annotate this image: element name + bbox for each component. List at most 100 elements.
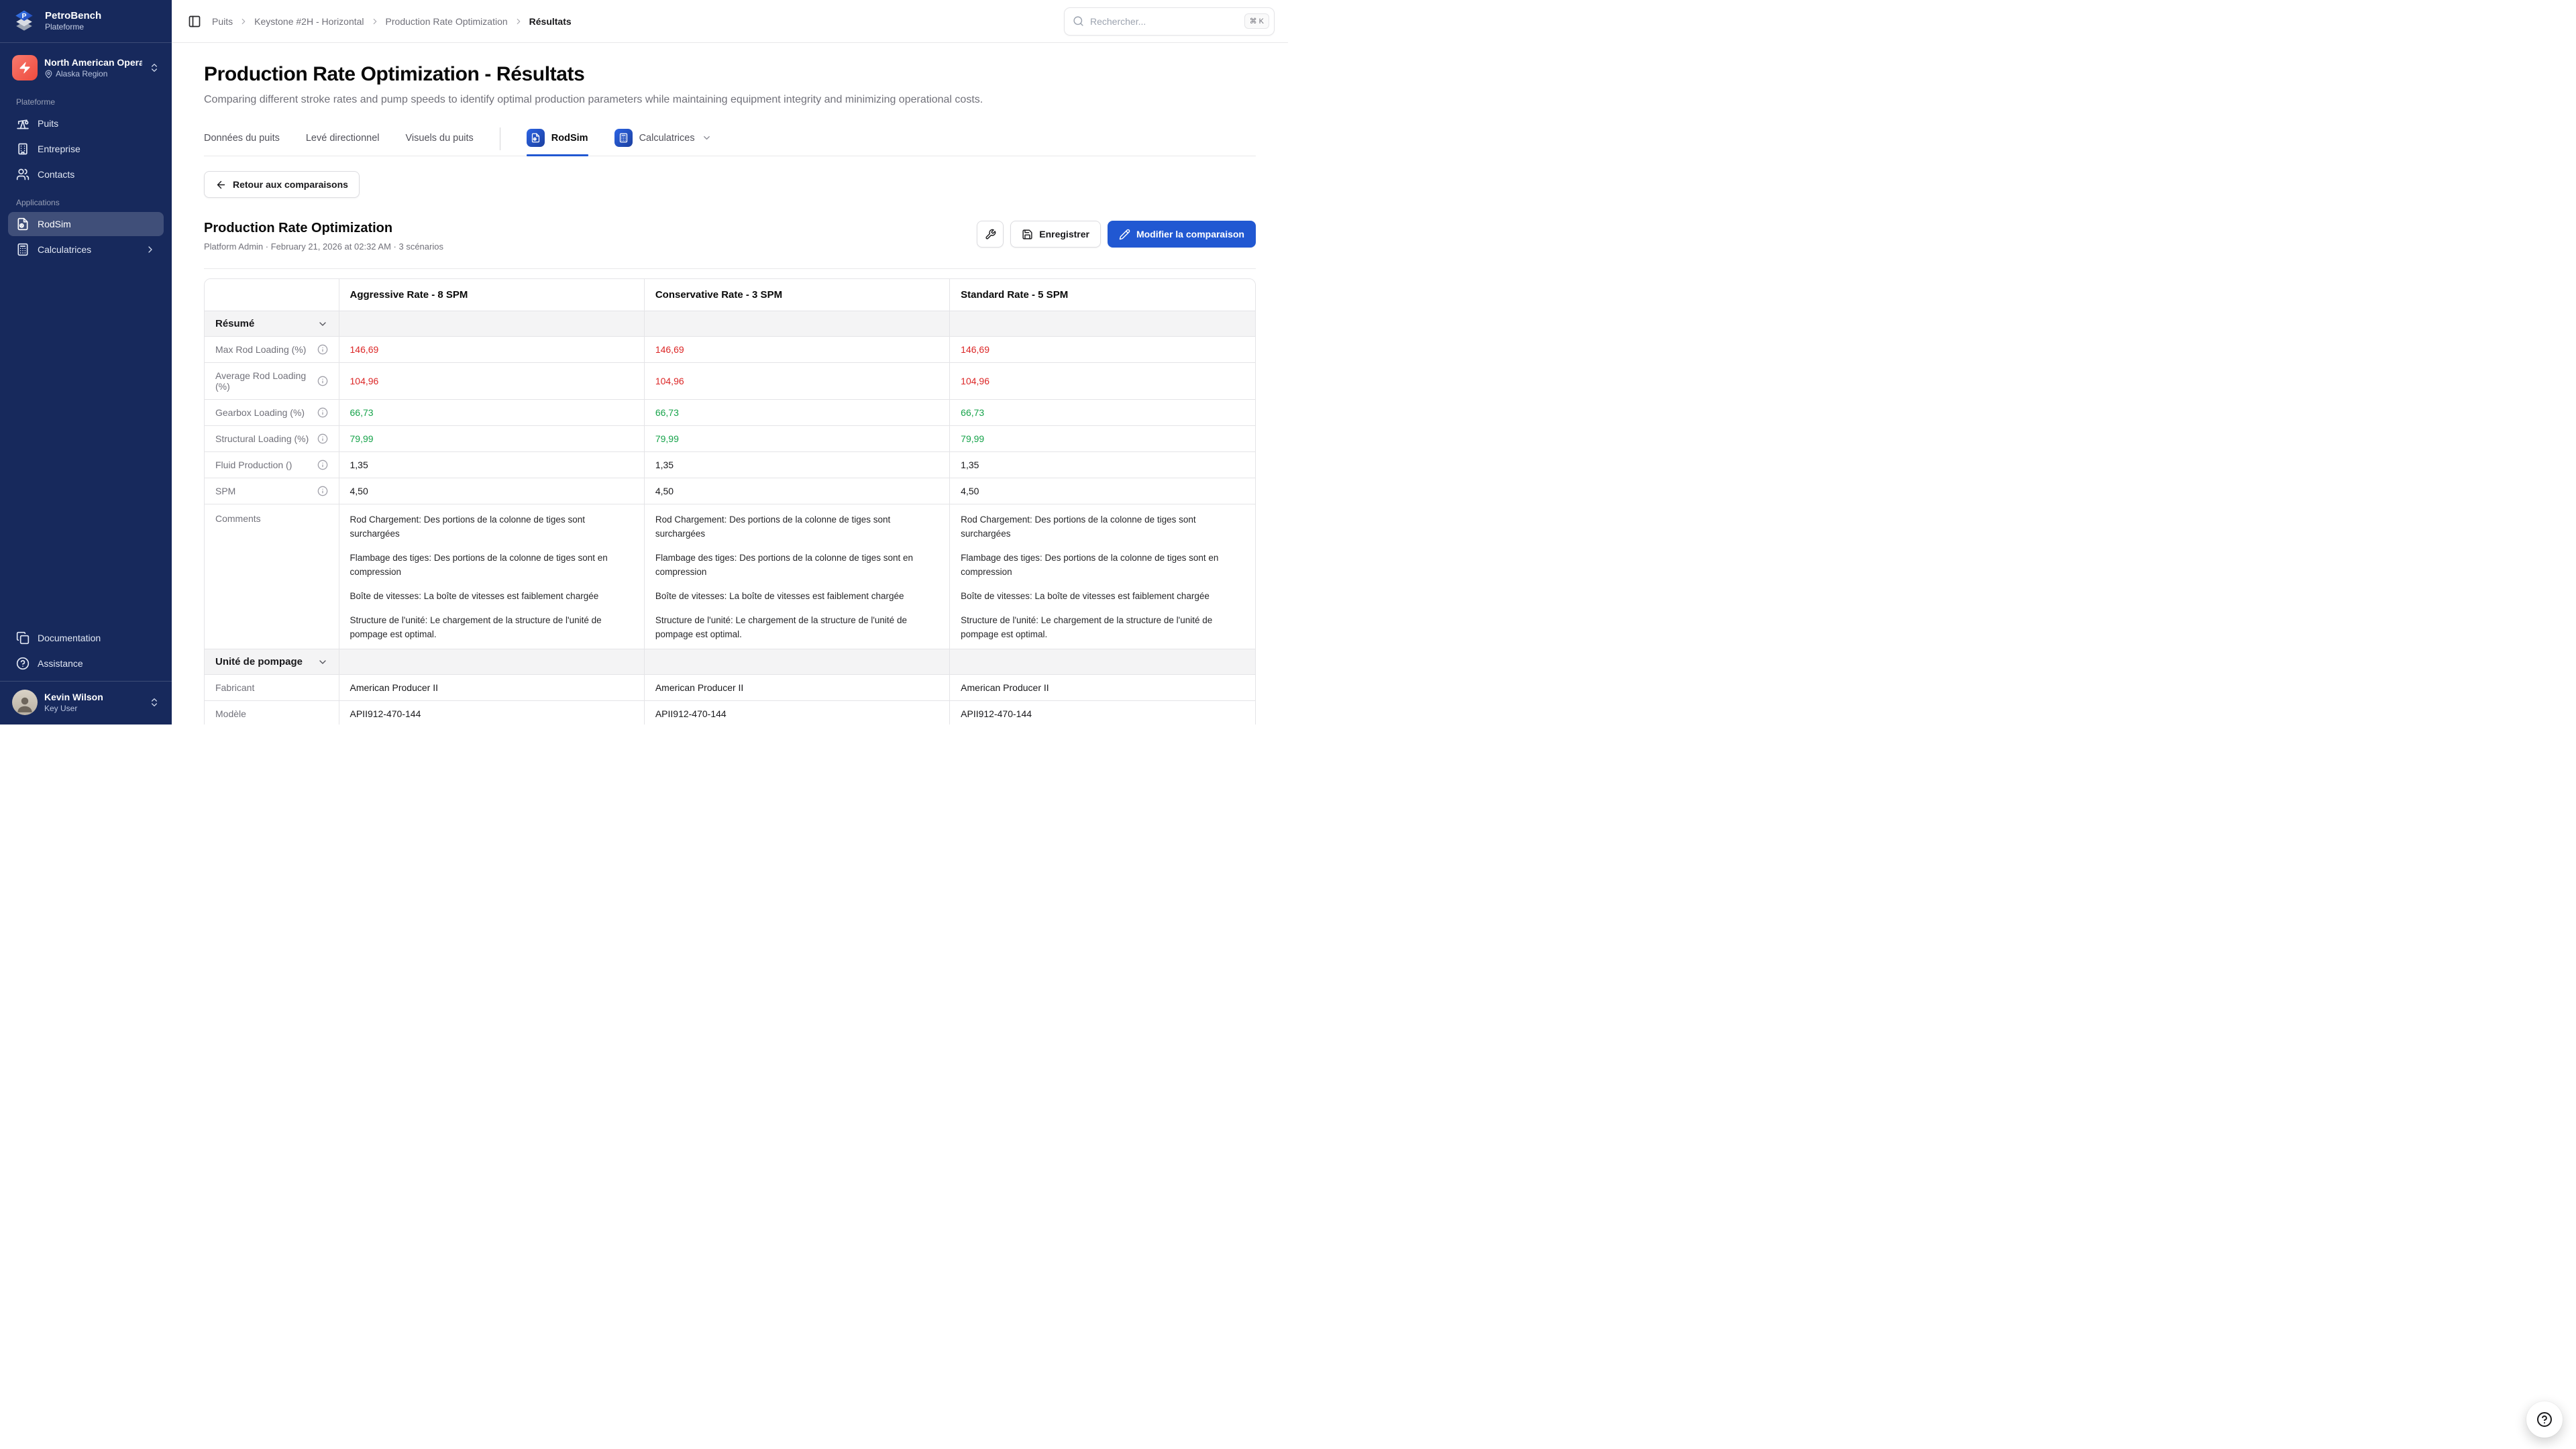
sidebar-item-entreprise[interactable]: Entreprise <box>8 137 164 161</box>
nav-section-label-applications: Applications <box>8 188 164 212</box>
page-title: Production Rate Optimization - Résultats <box>204 63 1256 86</box>
row-label: Structural Loading (%) <box>215 433 328 444</box>
value-cell: American Producer II <box>644 675 949 701</box>
sidebar-item-assistance[interactable]: Assistance <box>8 651 164 676</box>
comparison-header: Production Rate Optimization Platform Ad… <box>204 221 1256 252</box>
metric-value: 146,69 <box>655 344 684 355</box>
scenario-column-header: Aggressive Rate - 8 SPM <box>339 279 644 311</box>
sidebar-item-puits[interactable]: Puits <box>8 111 164 136</box>
row-label: Fluid Production () <box>215 460 328 470</box>
tab-label: RodSim <box>551 133 588 144</box>
back-row: Retour aux comparaisons <box>204 171 1256 198</box>
section-title-cell: Unité de pompage <box>205 649 339 675</box>
breadcrumb-item-keystone-2h-horizontal[interactable]: Keystone #2H - Horizontal <box>254 16 364 27</box>
metric-value: 1,35 <box>350 460 368 470</box>
breadcrumb-item-r-sultats: Résultats <box>529 16 572 27</box>
tools-button[interactable] <box>977 221 1004 248</box>
value-cell: APII912-470-144 <box>644 701 949 724</box>
rodsim-app-icon <box>527 129 545 147</box>
info-icon <box>317 460 328 470</box>
tab-rodsim[interactable]: RodSim <box>527 122 588 156</box>
user-menu[interactable]: Kevin Wilson Key User <box>0 681 172 724</box>
sidebar-item-documentation[interactable]: Documentation <box>8 626 164 650</box>
row-label-cell: Fluid Production () <box>205 452 339 478</box>
row-label-text: SPM <box>215 486 235 496</box>
section-title: Unité de pompage <box>215 656 328 667</box>
back-button-label: Retour aux comparaisons <box>233 179 348 190</box>
section-empty-cell <box>950 649 1255 675</box>
sidebar-item-contacts[interactable]: Contacts <box>8 162 164 186</box>
info-icon <box>317 433 328 444</box>
breadcrumb-item-puits[interactable]: Puits <box>212 16 233 27</box>
sidebar-toggle-icon[interactable] <box>188 15 201 28</box>
tab-calculatrices[interactable]: Calculatrices <box>614 122 712 156</box>
scenario-column-label: Aggressive Rate - 8 SPM <box>350 289 468 301</box>
search-box[interactable]: ⌘ K <box>1064 7 1275 36</box>
tab-lev-directionnel[interactable]: Levé directionnel <box>306 126 380 152</box>
table-section-row-r-sum[interactable]: Résumé <box>205 311 1255 337</box>
section-empty-cell <box>644 311 949 337</box>
row-label-text: Fabricant <box>215 682 254 693</box>
comment-paragraph: Structure de l'unité: Le chargement de l… <box>655 614 938 642</box>
row-label-text: Average Rod Loading (%) <box>215 370 313 392</box>
table-separator <box>204 268 1256 269</box>
page-content: Production Rate Optimization - Résultats… <box>172 43 1288 724</box>
row-label-text: Max Rod Loading (%) <box>215 344 306 355</box>
value-cell: American Producer II <box>950 675 1255 701</box>
comment-paragraph: Boîte de vitesses: La boîte de vitesses … <box>655 590 938 604</box>
back-to-comparisons-button[interactable]: Retour aux comparaisons <box>204 171 360 198</box>
row-label-cell: Gearbox Loading (%) <box>205 400 339 426</box>
row-label: Max Rod Loading (%) <box>215 344 328 355</box>
row-label-cell: Modèle <box>205 701 339 724</box>
metric-value: APII912-470-144 <box>655 708 727 719</box>
brand-subtitle: Plateforme <box>45 22 101 33</box>
row-label-text: Structural Loading (%) <box>215 433 309 444</box>
info-icon <box>317 407 328 418</box>
chevron-down-icon <box>317 319 328 329</box>
save-icon <box>1022 229 1033 240</box>
section-empty-cell <box>644 649 949 675</box>
metric-value: American Producer II <box>961 682 1049 693</box>
row-label-text: Modèle <box>215 708 246 719</box>
metric-value: 146,69 <box>961 344 989 355</box>
table-row-structural-loading: Structural Loading (%)79,9979,9979,99 <box>205 426 1255 452</box>
metric-value: 104,96 <box>350 376 379 386</box>
row-label: SPM <box>215 486 328 496</box>
comment-paragraph: Boîte de vitesses: La boîte de vitesses … <box>350 590 633 604</box>
info-icon <box>317 376 328 386</box>
row-label-text: Gearbox Loading (%) <box>215 407 305 418</box>
sidebar-item-label: Puits <box>38 118 156 129</box>
search-input[interactable] <box>1090 16 1238 27</box>
value-cell: 66,73 <box>339 400 644 426</box>
sidebar-item-label: Entreprise <box>38 144 156 154</box>
comment-paragraph: Rod Chargement: Des portions de la colon… <box>655 513 938 541</box>
value-cell: Rod Chargement: Des portions de la colon… <box>644 504 949 649</box>
edit-comparison-button[interactable]: Modifier la comparaison <box>1108 221 1256 248</box>
sidebar-item-rodsim[interactable]: RodSim <box>8 212 164 236</box>
scenario-column-label: Conservative Rate - 3 SPM <box>655 289 782 301</box>
metric-value: 79,99 <box>961 433 984 444</box>
rodsim-icon <box>531 133 541 143</box>
help-button[interactable] <box>2526 1401 2563 1438</box>
brand: P PetroBench Plateforme <box>0 0 172 43</box>
help-circle-icon <box>2536 1411 2553 1428</box>
comparison-actions: Enregistrer Modifier la comparaison <box>977 221 1256 248</box>
tab-visuels-du-puits[interactable]: Visuels du puits <box>406 126 474 152</box>
table-header-row: Aggressive Rate - 8 SPM Conservative Rate… <box>205 279 1255 311</box>
tab-donn-es-du-puits[interactable]: Données du puits <box>204 126 280 152</box>
row-label: Modèle <box>215 708 328 719</box>
row-label-cell: Average Rod Loading (%) <box>205 363 339 400</box>
org-switcher[interactable]: North American Opera Alaska Region <box>8 51 164 85</box>
tab-bar: Données du puits Levé directionnel Visuels… <box>204 122 1256 156</box>
sidebar-item-calculatrices[interactable]: Calculatrices <box>8 237 164 262</box>
org-texts: North American Opera Alaska Region <box>44 57 142 78</box>
breadcrumb-item-production-rate-optimization[interactable]: Production Rate Optimization <box>386 16 508 27</box>
value-cell: 146,69 <box>950 337 1255 363</box>
user-name: Kevin Wilson <box>44 692 142 702</box>
save-button[interactable]: Enregistrer <box>1010 221 1101 248</box>
comment-paragraph: Structure de l'unité: Le chargement de l… <box>961 614 1244 642</box>
table-section-row-unit-de-pompage[interactable]: Unité de pompage <box>205 649 1255 675</box>
value-cell: 104,96 <box>644 363 949 400</box>
contacts-icon <box>16 168 30 181</box>
petrobench-logo-icon: P <box>11 8 38 35</box>
